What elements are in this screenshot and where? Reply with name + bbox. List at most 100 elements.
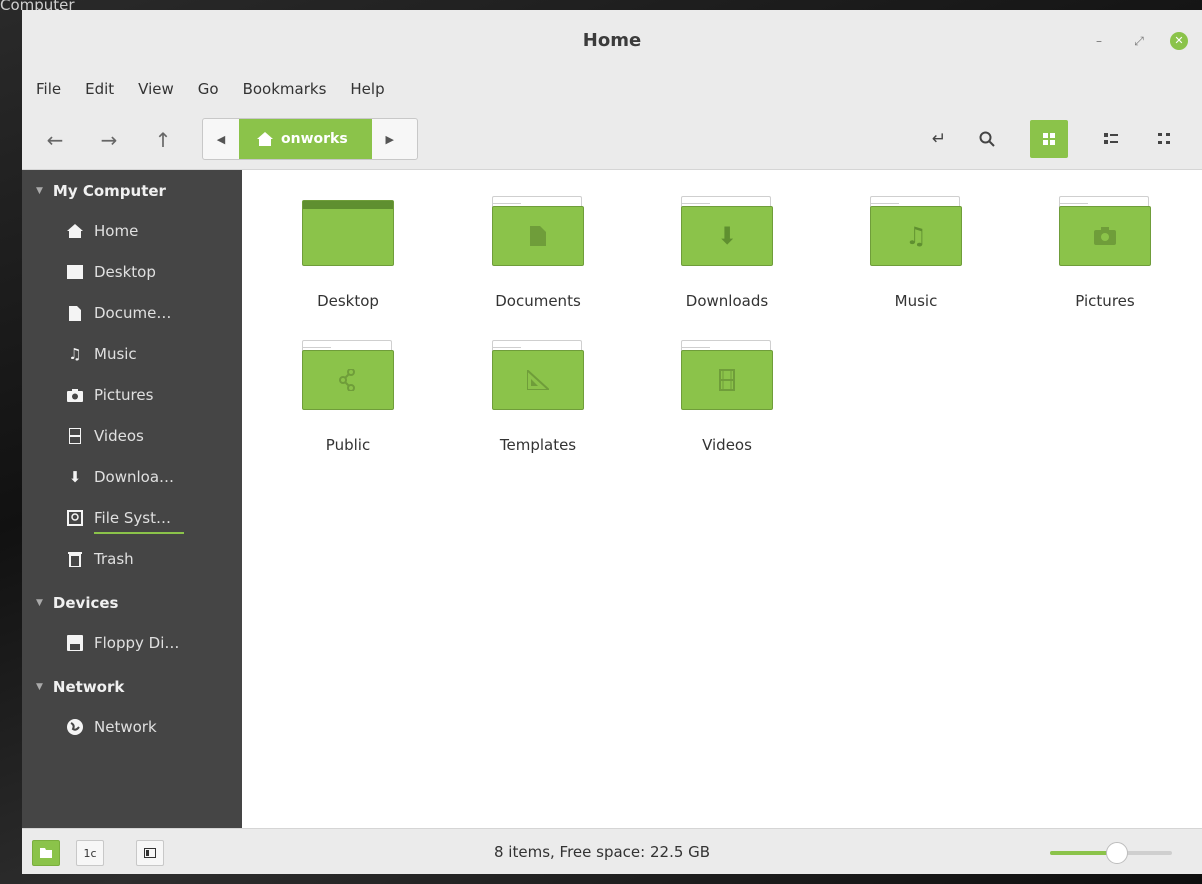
menu-bar: File Edit View Go Bookmarks Help — [22, 70, 1202, 108]
window-controls: – ⤢ ✕ — [1090, 32, 1188, 50]
desktop-icon — [66, 263, 84, 281]
sidebar-header-label: Network — [52, 678, 125, 696]
breadcrumb-label: onworks — [281, 131, 348, 147]
tree-icon: 1c — [83, 846, 97, 860]
folder-item[interactable]: ⬇ Downloads — [657, 196, 797, 326]
expand-triangle-icon: ▼ — [36, 186, 43, 196]
sidebar-item-home[interactable]: Home — [66, 222, 138, 240]
sidebar-item-file-system[interactable]: File Syst… — [66, 509, 171, 527]
folder-icon — [40, 848, 52, 858]
breadcrumb-right-icon[interactable]: ▶ — [372, 119, 408, 159]
sidebar-item-label: File Syst… — [94, 509, 171, 527]
folder-item[interactable]: Public — [278, 340, 418, 470]
music-icon: ♫ — [68, 345, 82, 363]
download-folder-icon: ⬇ — [681, 196, 773, 278]
sidebar-toggle-icon — [144, 848, 156, 858]
close-icon[interactable]: ✕ — [1170, 32, 1188, 50]
sidebar-item-label: Desktop — [94, 263, 156, 281]
breadcrumb-left-icon[interactable]: ◀ — [203, 119, 239, 159]
folder-item[interactable]: ♫ Music — [846, 196, 986, 326]
toolbar: ← → ↑ ◀ onworks ▶ ↵ — [22, 108, 1202, 170]
trash-icon — [66, 550, 84, 568]
sidebar-item-floppy[interactable]: Floppy Di… — [66, 634, 179, 652]
sidebar: ▼ My Computer Home Desktop Docume… ♫ Mus… — [22, 170, 242, 828]
search-icon[interactable] — [968, 120, 1006, 158]
maximize-icon[interactable]: ⤢ — [1130, 32, 1148, 50]
folder-label: Documents — [495, 292, 581, 310]
home-icon — [66, 222, 84, 240]
file-view[interactable]: Desktop Documents ⬇ Downloads ♫ Music Pi… — [242, 170, 1202, 828]
sidebar-item-label: Pictures — [94, 386, 154, 404]
compact-view-icon[interactable] — [1146, 120, 1184, 158]
folder-label: Music — [894, 292, 938, 310]
sidebar-item-downloads[interactable]: ⬇ Downloa… — [66, 468, 174, 486]
camera-icon — [66, 386, 84, 404]
breadcrumb: ◀ onworks ▶ — [202, 118, 418, 160]
folder-item[interactable]: Videos — [657, 340, 797, 470]
sidebar-item-pictures[interactable]: Pictures — [66, 386, 153, 404]
sidebar-item-label: Floppy Di… — [94, 634, 180, 652]
file-manager-window: Home – ⤢ ✕ File Edit View Go Bookmarks H… — [22, 10, 1202, 874]
folder-label: Pictures — [1075, 292, 1135, 310]
toggle-location-icon[interactable]: ↵ — [920, 120, 958, 158]
folder-label: Desktop — [317, 292, 379, 310]
up-arrow-icon[interactable]: ↑ — [150, 128, 176, 152]
templates-folder-icon — [492, 340, 584, 422]
sidebar-header-my-computer[interactable]: ▼ My Computer — [36, 182, 166, 200]
folder-item[interactable]: Pictures — [1035, 196, 1175, 326]
show-places-button[interactable] — [32, 840, 60, 866]
show-tree-button[interactable]: 1c — [76, 840, 104, 866]
desktop-folder-icon — [302, 196, 394, 278]
floppy-icon — [66, 634, 84, 652]
sidebar-item-label: Music — [94, 345, 137, 363]
sidebar-header-devices[interactable]: ▼ Devices — [36, 594, 118, 612]
videos-folder-icon — [681, 340, 773, 422]
sidebar-item-trash[interactable]: Trash — [66, 550, 134, 568]
sidebar-item-documents[interactable]: Docume… — [66, 304, 171, 322]
folder-label: Templates — [499, 436, 577, 454]
menu-file[interactable]: File — [36, 80, 61, 98]
expand-triangle-icon: ▼ — [36, 598, 43, 608]
status-text: 8 items, Free space: 22.5 GB — [494, 843, 711, 861]
document-folder-icon — [492, 196, 584, 278]
menu-go[interactable]: Go — [198, 80, 219, 98]
status-bar: 1c 8 items, Free space: 22.5 GB — [22, 828, 1202, 874]
list-view-icon[interactable] — [1092, 120, 1130, 158]
sidebar-header-network[interactable]: ▼ Network — [36, 678, 124, 696]
drive-icon — [66, 509, 84, 527]
sidebar-item-music[interactable]: ♫ Music — [66, 345, 137, 363]
sidebar-item-desktop[interactable]: Desktop — [66, 263, 156, 281]
forward-arrow-icon[interactable]: → — [96, 128, 122, 152]
sidebar-item-label: Network — [94, 718, 157, 736]
sidebar-item-label: Downloa… — [94, 468, 175, 486]
zoom-slider[interactable] — [1050, 842, 1172, 864]
music-folder-icon: ♫ — [870, 196, 962, 278]
mount-indicator — [94, 532, 184, 534]
globe-icon — [66, 718, 84, 736]
expand-triangle-icon: ▼ — [36, 682, 43, 692]
menu-bookmarks[interactable]: Bookmarks — [243, 80, 327, 98]
sidebar-item-label: Home — [94, 222, 139, 240]
download-icon: ⬇ — [68, 468, 82, 486]
sidebar-item-videos[interactable]: Videos — [66, 427, 144, 445]
zoom-slider-handle[interactable] — [1106, 842, 1129, 864]
icon-view-icon[interactable] — [1030, 120, 1068, 158]
document-icon — [66, 304, 84, 322]
menu-edit[interactable]: Edit — [85, 80, 114, 98]
folder-label: Public — [325, 436, 371, 454]
share-folder-icon — [302, 340, 394, 422]
sidebar-header-label: My Computer — [52, 182, 166, 200]
title-bar[interactable]: Home – ⤢ ✕ — [22, 10, 1202, 70]
breadcrumb-home-button[interactable]: onworks — [239, 119, 372, 159]
folder-item[interactable]: Templates — [468, 340, 608, 470]
film-icon — [66, 427, 84, 445]
pictures-folder-icon — [1059, 196, 1151, 278]
menu-view[interactable]: View — [138, 80, 174, 98]
menu-help[interactable]: Help — [350, 80, 384, 98]
folder-item[interactable]: Desktop — [278, 196, 418, 326]
sidebar-item-network[interactable]: Network — [66, 718, 157, 736]
folder-item[interactable]: Documents — [468, 196, 608, 326]
minimize-icon[interactable]: – — [1090, 32, 1108, 50]
back-arrow-icon[interactable]: ← — [42, 128, 68, 152]
hide-sidebar-button[interactable] — [136, 840, 164, 866]
